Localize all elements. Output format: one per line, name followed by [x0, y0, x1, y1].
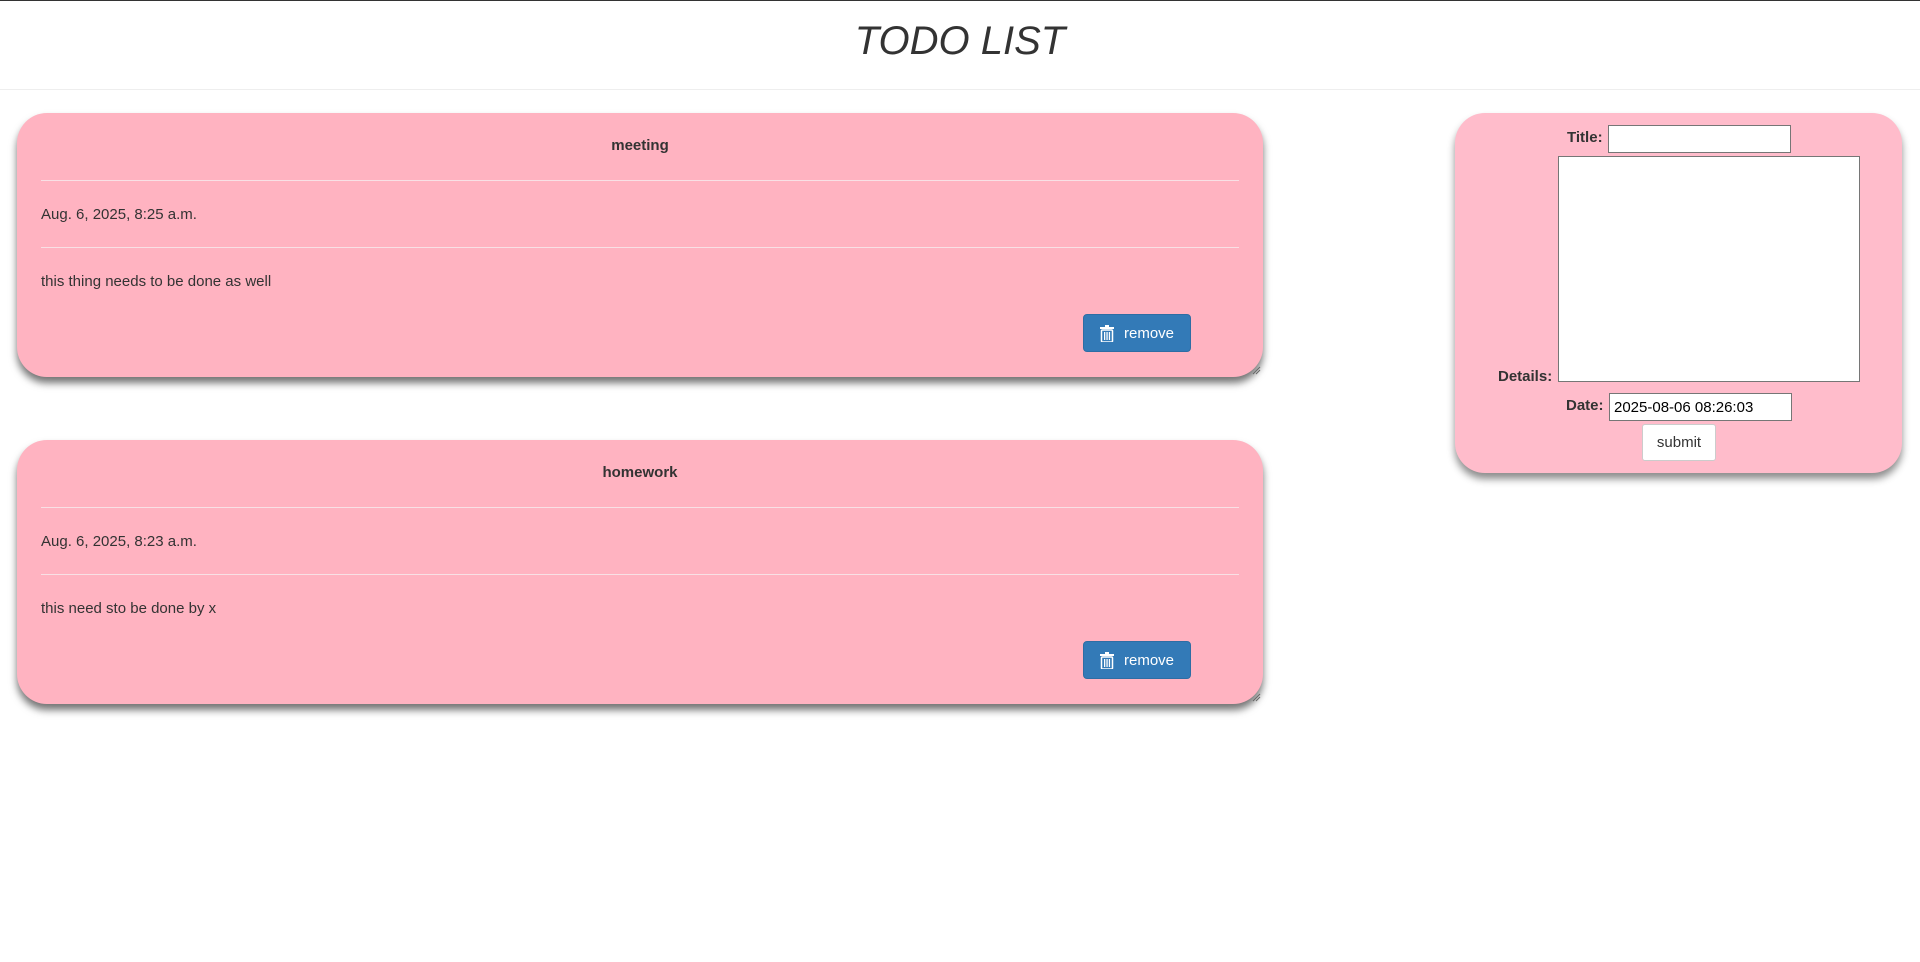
todo-date: Aug. 6, 2025, 8:25 a.m. [41, 206, 197, 223]
details-textarea[interactable] [1558, 156, 1860, 382]
remove-button[interactable]: remove [1083, 314, 1191, 352]
trash-icon [1099, 324, 1114, 342]
page-title: TODO LIST [854, 19, 1066, 63]
submit-button[interactable]: submit [1642, 424, 1716, 461]
remove-button[interactable]: remove [1083, 641, 1191, 679]
todo-card: homework Aug. 6, 2025, 8:23 a.m. this ne… [17, 440, 1263, 704]
todo-title: meeting [611, 137, 669, 154]
todo-details: this thing needs to be done as well [41, 273, 272, 290]
todo-date: Aug. 6, 2025, 8:23 a.m. [41, 533, 197, 550]
title-input[interactable] [1608, 125, 1791, 153]
divider [41, 507, 1239, 508]
divider [41, 180, 1239, 181]
todo-details: this need sto be done by x [41, 600, 217, 617]
date-input[interactable] [1609, 393, 1792, 421]
trash-icon [1099, 651, 1114, 669]
add-todo-form: Title: Details: Date: submit [1455, 113, 1902, 473]
remove-label: remove [1123, 324, 1175, 342]
divider [41, 247, 1239, 248]
divider [41, 574, 1239, 575]
date-label: Date: [1566, 397, 1604, 414]
resize-grip-icon[interactable] [1251, 365, 1261, 375]
details-label: Details: [1498, 368, 1553, 385]
todo-card: meeting Aug. 6, 2025, 8:25 a.m. this thi… [17, 113, 1263, 377]
todo-title: homework [602, 464, 678, 481]
remove-label: remove [1123, 651, 1175, 669]
resize-grip-icon[interactable] [1251, 692, 1261, 702]
header-bar: TODO LIST [0, 0, 1920, 90]
title-label: Title: [1567, 129, 1603, 146]
